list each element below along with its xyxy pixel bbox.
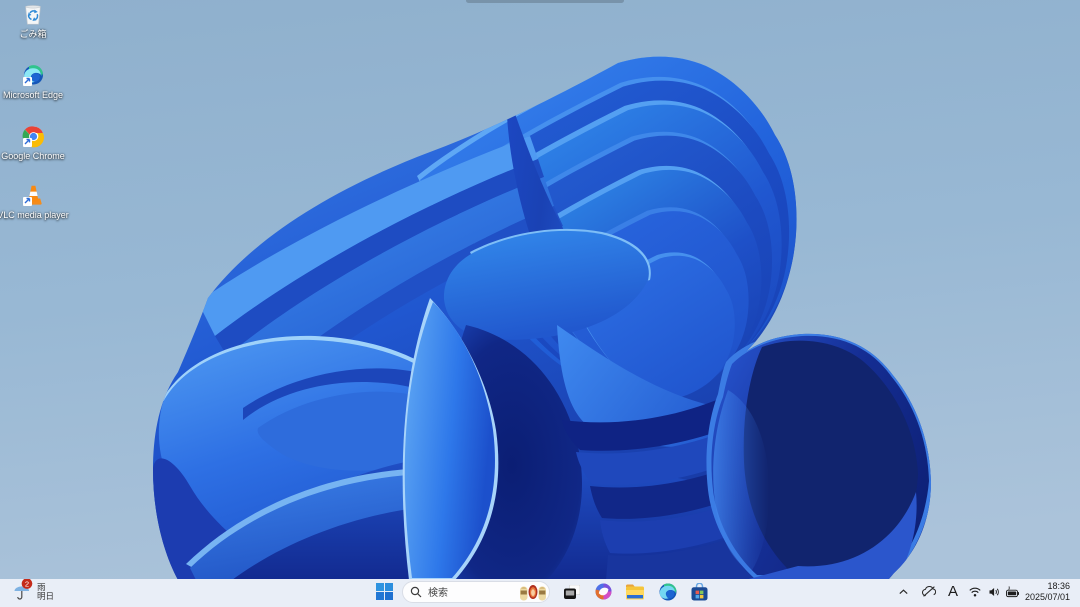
svg-text:2: 2 [25, 579, 29, 588]
